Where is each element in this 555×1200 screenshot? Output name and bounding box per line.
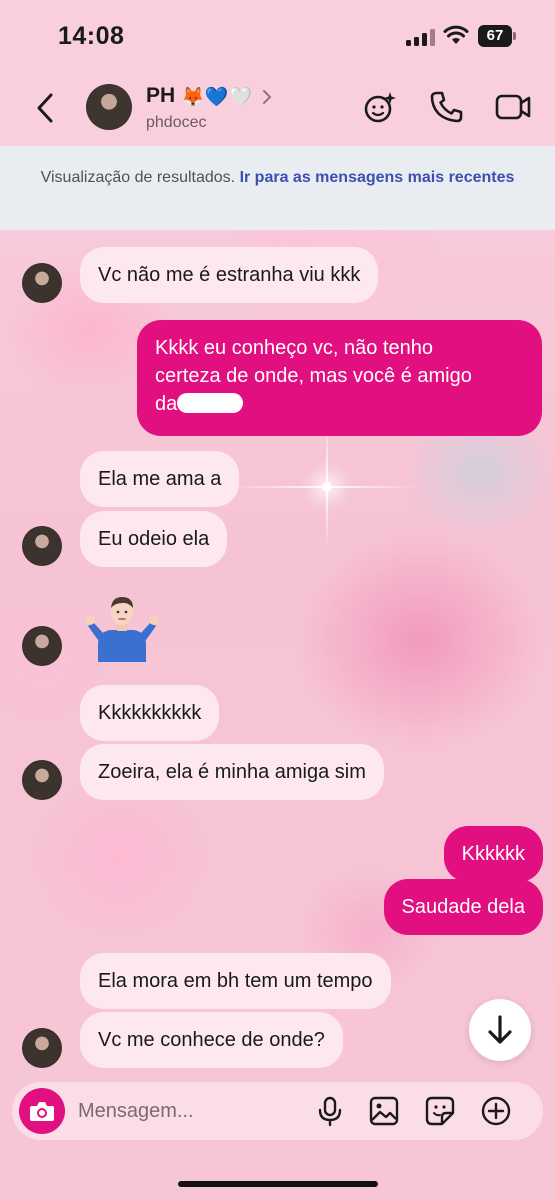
search-results-banner: Visualização de resultados. Ir para as m…: [0, 146, 555, 230]
status-time: 14:08: [58, 22, 125, 50]
status-bar: 14:08 67: [0, 0, 555, 70]
sender-avatar[interactable]: [22, 526, 62, 566]
battery-cap: [513, 32, 516, 40]
message-bubble-outgoing[interactable]: Kkkk eu conheço vc, não tenho certeza de…: [137, 320, 542, 436]
home-indicator[interactable]: [178, 1181, 378, 1187]
sender-avatar[interactable]: [22, 1028, 62, 1068]
contact-name-emojis: 🦊💙🤍: [181, 85, 253, 108]
message-bubble-outgoing[interactable]: Saudade dela: [383, 879, 543, 935]
banner-text: Visualização de resultados.: [40, 169, 236, 186]
arrow-down-icon: [488, 1015, 512, 1044]
gallery-icon[interactable]: [368, 1095, 400, 1127]
camera-icon: [30, 1102, 54, 1121]
battery-indicator: 67: [478, 25, 512, 47]
message-composer: [12, 1082, 543, 1140]
back-icon[interactable]: [32, 90, 58, 126]
message-bubble-incoming[interactable]: Vc me conhece de onde?: [80, 1012, 343, 1068]
message-bubble-incoming[interactable]: Eu odeio ela: [80, 511, 228, 567]
jump-to-recent-link[interactable]: Ir para as mensagens mais recentes: [240, 169, 515, 186]
contact-avatar[interactable]: [86, 84, 132, 130]
cellular-signal-icon: [406, 28, 435, 46]
message-bubble-outgoing[interactable]: Kkkkkk: [443, 826, 543, 882]
message-bubble-incoming[interactable]: Kkkkkkkkkk: [80, 685, 220, 741]
add-icon[interactable]: [480, 1095, 512, 1127]
sender-avatar[interactable]: [22, 760, 62, 800]
message-bubble-incoming[interactable]: Ela me ama a: [80, 451, 240, 507]
microphone-icon[interactable]: [314, 1095, 346, 1127]
message-list[interactable]: Vc não me é estranha viu kkk Kkkk eu con…: [0, 230, 555, 1080]
sender-avatar[interactable]: [22, 263, 62, 303]
message-line: da: [155, 390, 524, 418]
message-bubble-incoming[interactable]: Vc não me é estranha viu kkk: [80, 247, 379, 303]
sticker-icon[interactable]: [424, 1095, 456, 1127]
redacted-name: [177, 393, 244, 413]
wifi-icon: [443, 25, 469, 44]
contact-name-text: PH: [146, 84, 176, 107]
camera-button[interactable]: [19, 1088, 65, 1134]
message-input[interactable]: [78, 1095, 298, 1127]
message-bubble-incoming[interactable]: Zoeira, ela é minha amiga sim: [80, 744, 384, 800]
sender-avatar[interactable]: [22, 626, 62, 666]
phone-icon[interactable]: [428, 88, 466, 126]
effects-icon[interactable]: [362, 88, 400, 126]
contact-name[interactable]: PH 🦊💙🤍: [146, 84, 272, 108]
message-line: Kkkk eu conheço vc, não tenho: [155, 337, 433, 359]
chat-header: PH 🦊💙🤍 phdocec: [0, 70, 555, 146]
message-bubble-incoming[interactable]: Ela mora em bh tem um tempo: [80, 953, 391, 1009]
message-line: certeza de onde, mas você é amigo: [155, 365, 472, 387]
scroll-to-bottom-button[interactable]: [469, 999, 531, 1061]
chevron-right-icon: [263, 90, 272, 104]
video-call-icon[interactable]: [494, 88, 532, 126]
contact-username: phdocec: [146, 114, 207, 131]
shrug-emoji[interactable]: 🤷🏻‍♂️: [84, 592, 160, 662]
